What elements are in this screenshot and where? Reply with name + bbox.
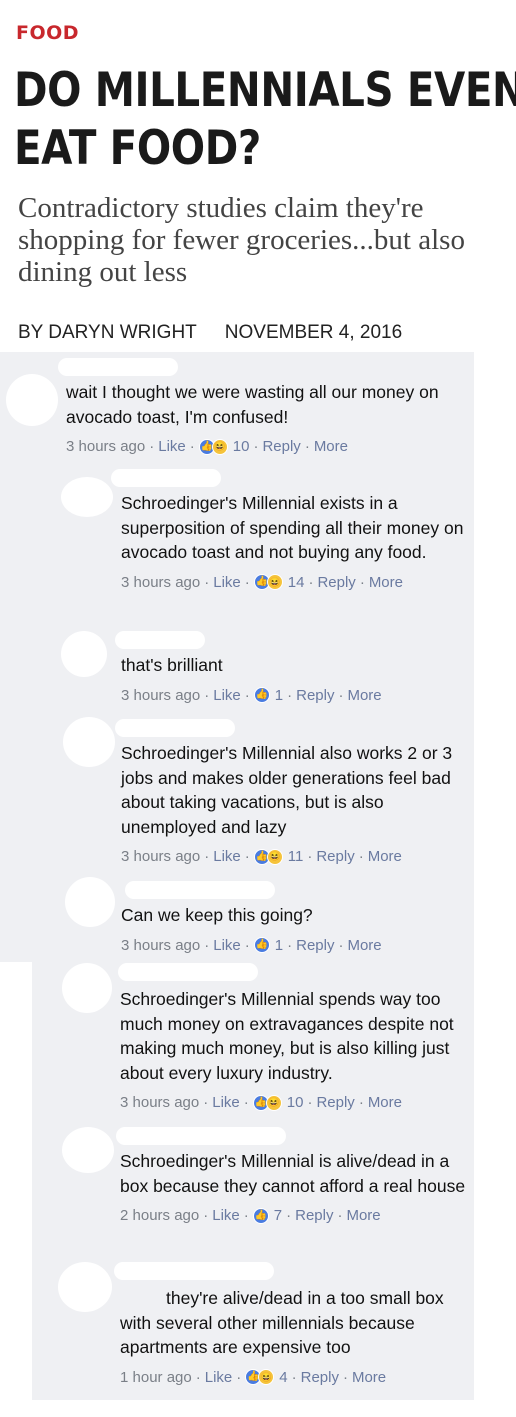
redacted-name (115, 719, 235, 737)
like-reaction-icon: 👍 (253, 937, 270, 953)
comment-time[interactable]: 1 hour ago (120, 1369, 192, 1386)
comment-text: that's brilliant (121, 655, 223, 675)
article-headline: DO MILLENNIALS EVEN EAT FOOD? (14, 62, 516, 178)
like-reaction-icon: 👍 (253, 687, 270, 703)
haha-reaction-icon: 😆 (211, 438, 228, 455)
comment-time[interactable]: 3 hours ago (120, 1094, 199, 1111)
haha-reaction-icon: 😆 (266, 848, 283, 865)
publish-date: NOVEMBER 4, 2016 (224, 322, 403, 343)
avatar[interactable] (62, 963, 112, 1013)
reaction-count[interactable]: 10 (233, 438, 250, 455)
comment-text: Schroedinger's Millennial spends way too… (120, 989, 454, 1083)
comment-meta: 1 hour ago · Like · 👍 😆 4 · Reply · More (120, 1368, 387, 1386)
more-button[interactable]: More (346, 1207, 380, 1224)
comment-time[interactable]: 2 hours ago (120, 1207, 199, 1224)
reply-button[interactable]: Reply (296, 687, 334, 704)
comment-time[interactable]: 3 hours ago (121, 687, 200, 704)
like-button[interactable]: Like (205, 1369, 233, 1386)
avatar[interactable] (63, 717, 115, 767)
comment-time[interactable]: 3 hours ago (121, 937, 200, 954)
comment-meta: 3 hours ago · Like · 👍 😆 11 · Reply · Mor… (121, 848, 402, 865)
haha-reaction-icon: 😆 (265, 1094, 282, 1111)
like-button[interactable]: Like (213, 937, 241, 954)
article-subhead: Contradictory studies claim they're shop… (18, 192, 465, 288)
reply-button[interactable]: Reply (316, 848, 354, 865)
avatar[interactable] (6, 374, 58, 426)
reply-comment: they're alive/dead in a too small box wi… (58, 1262, 472, 1386)
more-button[interactable]: More (347, 937, 381, 954)
reply-comment: Can we keep this going? 3 hours ago · Li… (65, 877, 471, 954)
reply-button[interactable]: Reply (316, 1094, 354, 1111)
reaction-count[interactable]: 7 (274, 1207, 282, 1224)
more-button[interactable]: More (368, 1094, 402, 1111)
author-byline: BY DARYN WRIGHT (18, 322, 197, 343)
more-button[interactable]: More (347, 687, 381, 704)
comment-meta: 3 hours ago · Like · 👍 1 · Reply · More (121, 686, 382, 704)
like-button[interactable]: Like (213, 687, 241, 704)
redacted-name (115, 631, 205, 649)
comment-time[interactable]: 3 hours ago (121, 574, 200, 591)
comment-text: Can we keep this going? (121, 905, 313, 925)
redacted-name (125, 881, 275, 899)
like-button[interactable]: Like (213, 574, 241, 591)
reply-button[interactable]: Reply (295, 1207, 333, 1224)
avatar[interactable] (58, 1262, 112, 1312)
comment: wait I thought we were wasting all our m… (6, 358, 466, 455)
like-button[interactable]: Like (212, 1207, 240, 1224)
more-button[interactable]: More (368, 848, 402, 865)
comment-text: Schroedinger's Millennial exists in a su… (121, 493, 464, 562)
article-header: FOOD DO MILLENNIALS EVEN EAT FOOD? Contr… (0, 0, 516, 352)
comment-meta: 2 hours ago · Like · 👍 7 · Reply · More (120, 1207, 381, 1224)
reply-button[interactable]: Reply (296, 937, 334, 954)
avatar[interactable] (61, 631, 107, 677)
reaction-count[interactable]: 1 (275, 937, 283, 954)
more-button[interactable]: More (314, 438, 348, 455)
comment-text: wait I thought we were wasting all our m… (66, 382, 439, 427)
comment-meta: 3 hours ago · Like · 👍 1 · Reply · More (121, 936, 382, 954)
reply-button[interactable]: Reply (317, 574, 355, 591)
redacted-name (114, 1262, 274, 1280)
more-button[interactable]: More (369, 574, 403, 591)
headline-line-1: DO MILLENNIALS EVEN (14, 63, 516, 118)
like-reaction-icon: 👍 (252, 1207, 269, 1224)
redacted-name (111, 469, 221, 487)
reply-comment: Schroedinger's Millennial exists in a su… (61, 469, 471, 591)
comment-time[interactable]: 3 hours ago (121, 848, 200, 865)
haha-reaction-icon: 😆 (258, 1369, 275, 1385)
reply-comment: Schroedinger's Millennial spends way too… (62, 963, 472, 1111)
like-button[interactable]: Like (213, 848, 241, 865)
reaction-count[interactable]: 14 (288, 574, 305, 591)
reply-button[interactable]: Reply (301, 1369, 339, 1386)
reply-comment: Schroedinger's Millennial is alive/dead … (62, 1127, 472, 1224)
comment-meta: 3 hours ago · Like · 👍 😆 10 · Reply · Mor… (66, 438, 348, 455)
redacted-name (116, 1127, 286, 1145)
reaction-count[interactable]: 4 (279, 1369, 287, 1386)
article-category[interactable]: FOOD (16, 22, 79, 44)
haha-reaction-icon: 😆 (266, 574, 283, 590)
reply-comment: that's brilliant 3 hours ago · Like · 👍 … (61, 631, 471, 704)
comment-meta: 3 hours ago · Like · 👍 😆 14 · Reply · Mor… (121, 573, 403, 591)
more-button[interactable]: More (352, 1369, 386, 1386)
comment-meta: 3 hours ago · Like · 👍 😆 10 · Reply · Mor… (120, 1094, 402, 1111)
avatar[interactable] (65, 877, 115, 927)
reply-button[interactable]: Reply (262, 438, 300, 455)
avatar[interactable] (62, 1127, 114, 1173)
comment-time[interactable]: 3 hours ago (66, 438, 145, 455)
comment-text: Schroedinger's Millennial is alive/dead … (120, 1151, 466, 1196)
comment-text: they're alive/dead in a too small box wi… (120, 1288, 444, 1357)
avatar[interactable] (61, 477, 113, 517)
like-button[interactable]: Like (158, 438, 186, 455)
headline-line-2: EAT FOOD? (14, 121, 261, 176)
reaction-count[interactable]: 11 (288, 848, 304, 865)
like-button[interactable]: Like (212, 1094, 240, 1111)
article-byline: BY DARYN WRIGHT NOVEMBER 4, 2016 (18, 322, 402, 344)
reply-comment: Schroedinger's Millennial also works 2 o… (63, 717, 473, 865)
reaction-count[interactable]: 10 (287, 1094, 304, 1111)
redacted-name (58, 358, 178, 376)
comment-text: Schroedinger's Millennial also works 2 o… (121, 743, 453, 837)
redacted-name (118, 963, 258, 981)
reaction-count[interactable]: 1 (275, 687, 283, 704)
